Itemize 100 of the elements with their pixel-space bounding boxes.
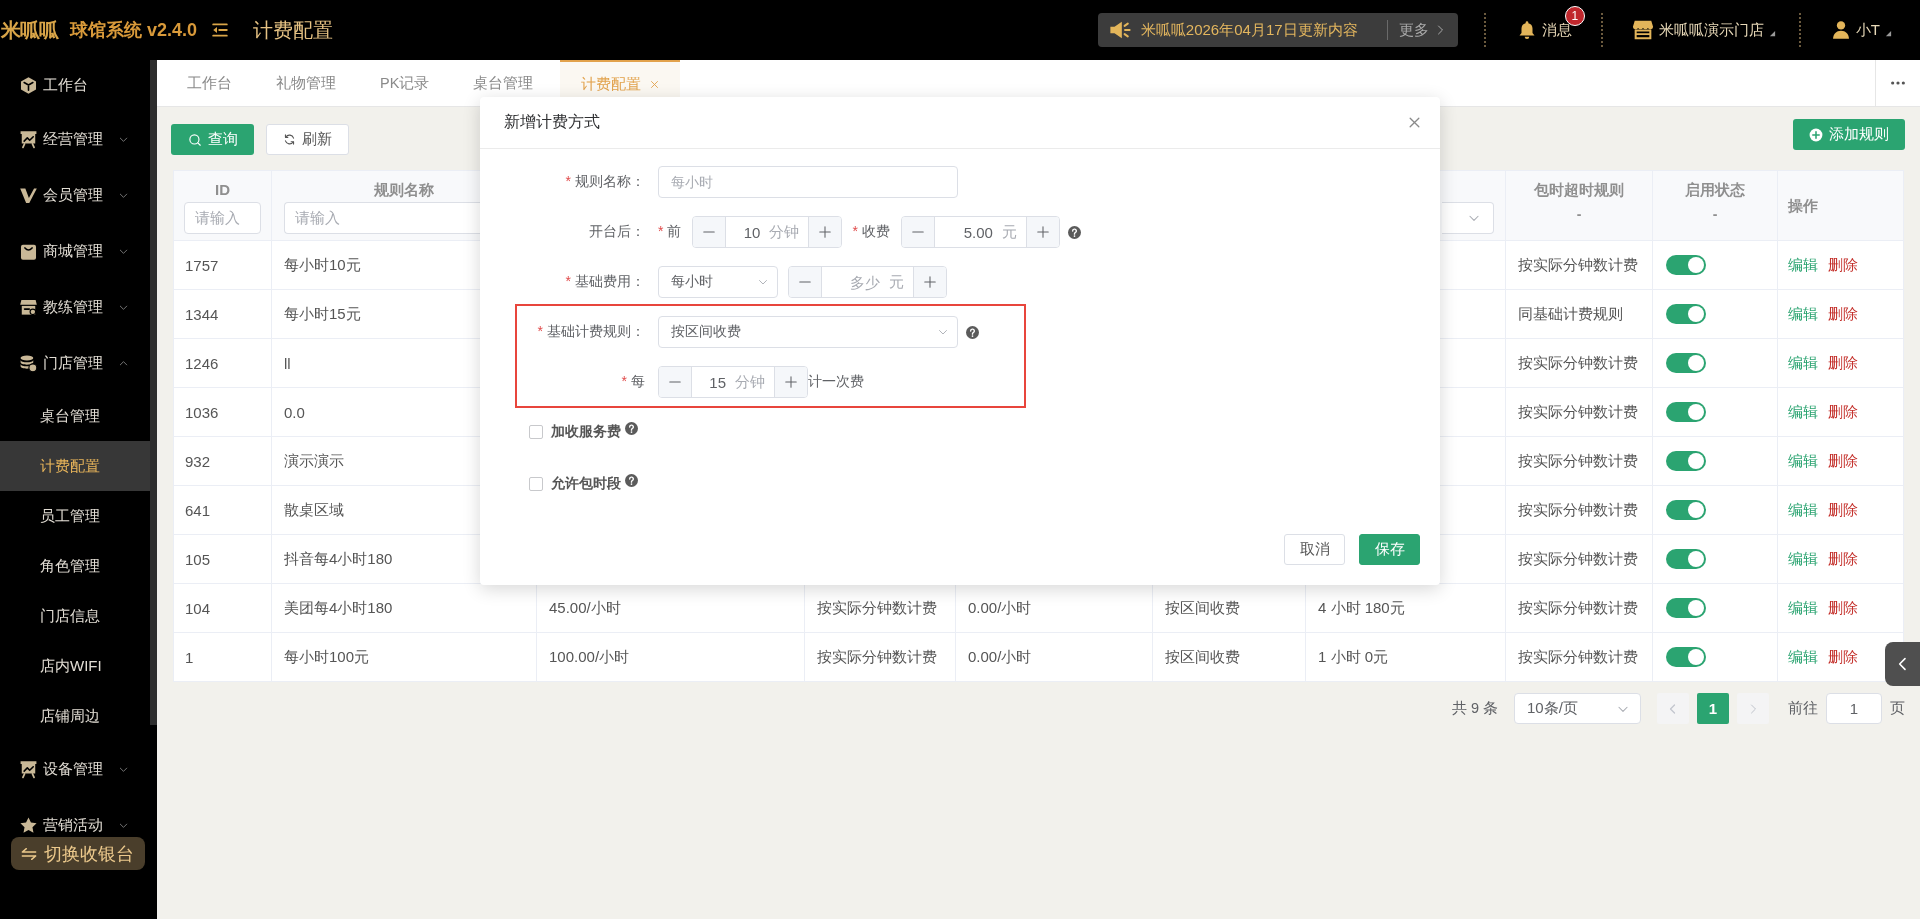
number-input[interactable]: 多少 bbox=[822, 273, 880, 291]
edit-link[interactable]: 编辑 bbox=[1788, 647, 1818, 667]
query-button[interactable]: 查询 bbox=[171, 124, 254, 155]
decrement-button[interactable] bbox=[789, 267, 822, 297]
select-field[interactable]: 每小时 bbox=[658, 266, 778, 298]
caret-icon bbox=[1885, 29, 1892, 37]
edit-link[interactable]: 编辑 bbox=[1788, 500, 1818, 520]
field-label: * 前 bbox=[658, 223, 682, 241]
filter-input[interactable]: 请输入 bbox=[284, 202, 481, 234]
menu-item[interactable]: 工作台 bbox=[0, 60, 150, 111]
edit-link[interactable]: 编辑 bbox=[1788, 353, 1818, 373]
refresh-button[interactable]: 刷新 bbox=[266, 124, 349, 155]
caret-icon bbox=[1768, 29, 1776, 37]
switch-register-button[interactable]: 切换收银台 bbox=[11, 837, 145, 870]
save-button[interactable]: 保存 bbox=[1359, 534, 1420, 565]
toggle-switch[interactable] bbox=[1666, 451, 1706, 471]
submenu-item[interactable]: 角色管理 bbox=[0, 541, 150, 591]
table-cell: 按实际分钟数计费 bbox=[817, 598, 937, 618]
increment-button[interactable] bbox=[1025, 217, 1059, 247]
submenu-item[interactable]: 计费配置 bbox=[0, 441, 150, 491]
edit-link[interactable]: 编辑 bbox=[1788, 451, 1818, 471]
increment-button[interactable] bbox=[913, 267, 946, 297]
total-count: 共 9 条 bbox=[1451, 699, 1498, 718]
submenu-item[interactable]: 员工管理 bbox=[0, 491, 150, 541]
table-cell: 按实际分钟数计费 bbox=[1518, 549, 1638, 569]
submenu-item[interactable]: 桌台管理 bbox=[0, 391, 150, 441]
toggle-switch[interactable] bbox=[1666, 598, 1706, 618]
increment-button[interactable] bbox=[774, 367, 807, 397]
submenu-item[interactable]: 店铺周边 bbox=[0, 691, 150, 741]
page-input[interactable]: 1 bbox=[1826, 693, 1882, 724]
edit-link[interactable]: 编辑 bbox=[1788, 549, 1818, 569]
more-link[interactable]: 更多 bbox=[1398, 20, 1446, 40]
toggle-switch[interactable] bbox=[1666, 304, 1706, 324]
toggle-switch[interactable] bbox=[1666, 255, 1706, 275]
menu-item[interactable]: 经营管理 bbox=[0, 111, 150, 167]
edit-link[interactable]: 编辑 bbox=[1788, 255, 1818, 275]
filter-input[interactable]: 请输入 bbox=[184, 202, 261, 234]
delete-link[interactable]: 删除 bbox=[1828, 451, 1858, 471]
number-input[interactable]: 10 bbox=[726, 223, 761, 241]
delete-link[interactable]: 删除 bbox=[1828, 304, 1858, 324]
checkbox-label: 允许包时段 bbox=[551, 475, 621, 493]
menu-item[interactable]: 营销活动 bbox=[0, 797, 150, 835]
increment-button[interactable] bbox=[808, 217, 842, 247]
decrement-button[interactable] bbox=[659, 367, 692, 397]
delete-link[interactable]: 删除 bbox=[1828, 353, 1858, 373]
delete-link[interactable]: 删除 bbox=[1828, 647, 1858, 667]
user-menu[interactable]: 小T bbox=[1830, 20, 1892, 40]
field-suffix: 计一次费 bbox=[808, 373, 864, 391]
edit-link[interactable]: 编辑 bbox=[1788, 598, 1818, 618]
menu-item[interactable]: 教练管理 bbox=[0, 279, 150, 335]
number-input[interactable]: 15 bbox=[692, 373, 726, 391]
table-cell: 每小时15元 bbox=[284, 304, 361, 324]
page-size-select[interactable]: 10条/页 bbox=[1514, 693, 1641, 724]
field-label: * 基础计费规则： bbox=[536, 323, 645, 341]
notice-link[interactable]: 米呱呱2026年04月17日更新内容 bbox=[1140, 20, 1358, 40]
edit-link[interactable]: 编辑 bbox=[1788, 304, 1818, 324]
table-cell: 1344 bbox=[185, 305, 219, 323]
scrollbar-thumb[interactable] bbox=[150, 60, 157, 725]
menu-item[interactable]: 设备管理 bbox=[0, 741, 150, 797]
delete-link[interactable]: 删除 bbox=[1828, 402, 1858, 422]
table-cell: 1246 bbox=[185, 354, 219, 372]
tab[interactable]: 礼物管理 bbox=[254, 60, 358, 106]
decrement-button[interactable] bbox=[693, 217, 727, 247]
toggle-switch[interactable] bbox=[1666, 549, 1706, 569]
select-field[interactable]: 按区间收费 bbox=[658, 316, 958, 348]
delete-link[interactable]: 删除 bbox=[1828, 598, 1858, 618]
toggle-switch[interactable] bbox=[1666, 500, 1706, 520]
submenu-item[interactable]: 门店信息 bbox=[0, 591, 150, 641]
table-cell: 按区间收费 bbox=[1165, 598, 1240, 618]
column-header: 包时超时规则 bbox=[1534, 180, 1624, 200]
toggle-switch[interactable] bbox=[1666, 353, 1706, 373]
menu-item[interactable]: 门店管理 bbox=[0, 335, 150, 391]
menu-toggle-button[interactable] bbox=[211, 21, 230, 39]
store-switcher[interactable]: 米呱呱演示门店 bbox=[1631, 19, 1776, 41]
text-input[interactable]: 每小时 bbox=[658, 166, 958, 198]
checkbox[interactable] bbox=[529, 425, 543, 439]
tab[interactable]: PK记录 bbox=[358, 60, 452, 106]
decrement-button[interactable] bbox=[901, 217, 935, 247]
checkbox[interactable] bbox=[529, 477, 543, 491]
toggle-switch[interactable] bbox=[1666, 402, 1706, 422]
menu-item[interactable]: 会员管理 bbox=[0, 167, 150, 223]
page-button[interactable]: 1 bbox=[1697, 693, 1729, 724]
delete-link[interactable]: 删除 bbox=[1828, 255, 1858, 275]
add-rule-button[interactable]: 添加规则 bbox=[1793, 119, 1905, 150]
table-cell: 100.00/小时 bbox=[549, 647, 630, 667]
column-header: 启用状态 bbox=[1685, 180, 1745, 200]
column-header: ID bbox=[215, 180, 230, 200]
unit-label: 分钟 bbox=[769, 222, 801, 242]
edit-link[interactable]: 编辑 bbox=[1788, 402, 1818, 422]
tab[interactable]: 工作台 bbox=[165, 60, 254, 106]
field-label: 开台后： bbox=[588, 223, 645, 241]
submenu-item[interactable]: 店内WIFI bbox=[0, 641, 150, 691]
delete-link[interactable]: 删除 bbox=[1828, 549, 1858, 569]
side-toggle-button[interactable] bbox=[1885, 642, 1920, 686]
number-input[interactable]: 5.00 bbox=[934, 223, 993, 241]
cancel-button[interactable]: 取消 bbox=[1284, 534, 1345, 565]
menu-item[interactable]: 商城管理 bbox=[0, 223, 150, 279]
delete-link[interactable]: 删除 bbox=[1828, 500, 1858, 520]
toggle-switch[interactable] bbox=[1666, 647, 1706, 667]
filter-select[interactable] bbox=[1442, 202, 1494, 234]
